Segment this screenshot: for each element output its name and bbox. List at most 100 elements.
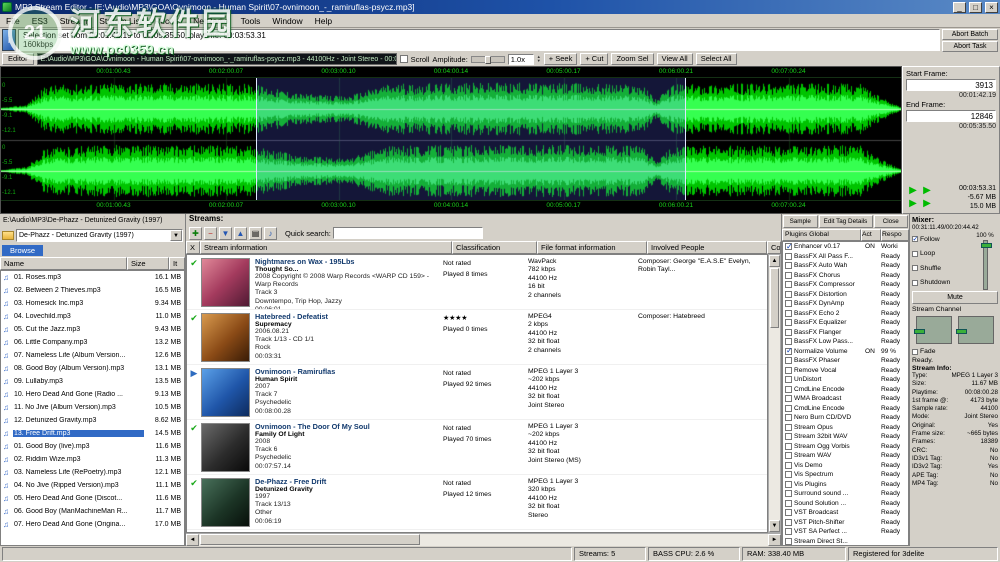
plugin-row[interactable]: Enhancer v0.17 ON Worki (783, 242, 908, 252)
playlist-icon[interactable]: ▤ (249, 226, 262, 240)
plugin-row[interactable]: BassFX Auto Wah Ready (783, 261, 908, 271)
stream-channel-slider-right[interactable] (956, 316, 994, 344)
close-button[interactable]: × (985, 1, 998, 13)
file-row[interactable]: ♫ 01. Good Boy (live).mp3 11.6 MB (1, 440, 184, 453)
file-name[interactable]: 04. Lovechild.mp3 (13, 313, 144, 320)
maximize-button[interactable]: □ (969, 1, 982, 13)
browse-tab[interactable]: Browse (2, 244, 44, 256)
plugin-row[interactable]: BassFX Equalizer Ready (783, 318, 908, 328)
stream-status-icon[interactable] (187, 365, 201, 419)
file-row[interactable]: ♫ 12. Detunized Gravity.mp3 8.62 MB (1, 414, 184, 427)
plugin-row[interactable]: BassFX Distortion Ready (783, 290, 908, 300)
plugin-row[interactable]: Normalize Volume ON 99 % (783, 346, 908, 357)
waveform-selection[interactable] (256, 78, 686, 200)
mixer-option-checkbox[interactable] (912, 235, 918, 243)
menu-item[interactable]: File (0, 16, 26, 26)
plugin-checkbox[interactable] (785, 490, 792, 498)
plugin-row[interactable]: BassFX DynAmp Ready (783, 299, 908, 309)
file-row[interactable]: ♫ 01. Roses.mp3 16.1 MB (1, 271, 184, 284)
file-name[interactable]: 06. Good Boy (ManMachineMan R... (13, 508, 144, 515)
plugin-checkbox[interactable] (785, 262, 792, 270)
plugin-checkbox[interactable] (785, 346, 793, 355)
stream-status-icon[interactable] (187, 420, 201, 474)
plugin-checkbox[interactable] (785, 452, 792, 460)
zoom-sel-button[interactable]: Zoom Sel (611, 53, 654, 65)
plugin-checkbox[interactable] (785, 300, 792, 308)
plugin-checkbox[interactable] (785, 528, 792, 536)
file-name[interactable]: 11. No Jive (Album Version).mp3 (13, 404, 144, 411)
file-name[interactable]: 02. Between 2 Thieves.mp3 (13, 287, 144, 294)
play-button[interactable]: ▶ (920, 185, 934, 198)
mixer-option-checkbox[interactable] (912, 265, 918, 272)
column-header-involved-people[interactable]: Involved People (647, 241, 767, 254)
plugin-checkbox[interactable] (785, 290, 792, 298)
mixer-option-row[interactable]: Follow (912, 235, 972, 243)
file-row[interactable]: ♫ 04. No Jive (Ripped Version).mp3 11.1 … (1, 479, 184, 492)
mute-button[interactable]: Mute (912, 291, 998, 304)
menu-item[interactable]: Help (309, 16, 338, 26)
plugin-row[interactable]: BassFX Phaser Ready (783, 356, 908, 366)
plugin-checkbox[interactable] (785, 537, 792, 545)
plugin-checkbox[interactable] (785, 499, 792, 507)
plugin-row[interactable]: VST Pitch-Shifter Ready (783, 518, 908, 528)
file-name[interactable]: 08. Good Boy (Album Version).mp3 (13, 365, 144, 372)
cut-button[interactable]: + Cut (580, 53, 609, 65)
file-name[interactable]: 01. Roses.mp3 (13, 274, 144, 281)
stream-row[interactable]: Hatebreed - Defeatist Supremacy 2006.08.… (187, 310, 767, 365)
play-button[interactable]: ▶ (906, 185, 920, 198)
menu-item[interactable]: ES3 (26, 16, 54, 26)
plugin-checkbox[interactable] (785, 366, 792, 374)
menu-item[interactable]: Stream (54, 16, 93, 26)
plugin-row[interactable]: BassFX Flanger Ready (783, 328, 908, 338)
file-row[interactable]: ♫ 02. Riddim Wize.mp3 11.3 MB (1, 453, 184, 466)
plugin-row[interactable]: VST SA Perfect ... Ready (783, 527, 908, 537)
plugin-checkbox[interactable] (785, 404, 792, 412)
plugin-checkbox[interactable] (785, 433, 792, 441)
file-row[interactable]: ♫ 04. Lovechild.mp3 11.0 MB (1, 310, 184, 323)
file-name[interactable]: 03. Homesick Inc.mp3 (13, 300, 144, 307)
sample-button[interactable]: Sample (783, 215, 818, 228)
view-all-button[interactable]: View All (656, 53, 693, 65)
file-name[interactable]: 05. Hero Dead And Gone (Discot... (13, 495, 144, 502)
menu-item[interactable]: Tools (235, 16, 267, 26)
column-header-size[interactable]: Size (127, 257, 169, 270)
file-row[interactable]: ♫ 05. Cut the Jazz.mp3 9.43 MB (1, 323, 184, 336)
add-stream-icon[interactable]: ✚ (189, 226, 202, 240)
file-name[interactable]: 02. Riddim Wize.mp3 (13, 456, 144, 463)
mixer-option-checkbox[interactable] (912, 279, 918, 286)
streams-vertical-scrollbar[interactable]: ▲ ▼ (768, 254, 781, 533)
minimize-button[interactable]: _ (953, 1, 966, 13)
stream-row[interactable]: Ovnimoon - Ramiruflas Human Spirit 2007 … (187, 365, 767, 420)
scroll-left-arrow[interactable]: ◄ (186, 534, 199, 546)
plugin-row[interactable]: CmdLine Encode Ready (783, 404, 908, 414)
column-header-x[interactable]: X (186, 241, 200, 254)
file-row[interactable]: ♫ 03. Homesick Inc.mp3 9.34 MB (1, 297, 184, 310)
file-row[interactable]: ♫ 06. Little Company.mp3 13.2 MB (1, 336, 184, 349)
file-name[interactable]: 01. Good Boy (live).mp3 (13, 443, 144, 450)
plugin-checkbox[interactable] (785, 480, 792, 488)
mixer-option-checkbox[interactable] (912, 250, 918, 257)
plugin-checkbox[interactable] (785, 518, 792, 526)
plugin-row[interactable]: Remove Vocal Ready (783, 366, 908, 376)
file-name[interactable]: 12. Detunized Gravity.mp3 (13, 417, 144, 424)
stream-channel-slider-left[interactable] (914, 316, 952, 344)
plugin-checkbox[interactable] (785, 395, 792, 403)
close-button-plugins[interactable]: Close (873, 215, 908, 228)
plugin-row[interactable]: Stream 32bit WAV Ready (783, 432, 908, 442)
scroll-right-arrow[interactable]: ► (768, 534, 781, 546)
file-name[interactable]: 09. Lullaby.mp3 (13, 378, 144, 385)
play-button[interactable]: ▶ (906, 198, 920, 211)
plugin-checkbox[interactable] (785, 338, 792, 346)
scroll-down-arrow[interactable]: ▼ (769, 520, 780, 532)
stream-row[interactable]: De-Phazz - Free Drift Detunized Gravity … (187, 475, 767, 530)
streams-horizontal-scrollbar[interactable]: ◄ ► (186, 533, 781, 546)
plugin-checkbox[interactable] (785, 385, 792, 393)
file-name[interactable]: 03. Nameless Life (RePoetry).mp3 (13, 469, 144, 476)
plugin-row[interactable]: WMA Broadcast Ready (783, 394, 908, 404)
speed-value[interactable]: 1.0x (507, 53, 534, 65)
file-row[interactable]: ♫ 07. Nameless Life (Album Version... 12… (1, 349, 184, 362)
plugin-checkbox[interactable] (785, 357, 792, 365)
plugin-checkbox[interactable] (785, 309, 792, 317)
plugin-row[interactable]: Stream Ogg Vorbis Ready (783, 442, 908, 452)
scroll-checkbox[interactable] (399, 55, 408, 63)
